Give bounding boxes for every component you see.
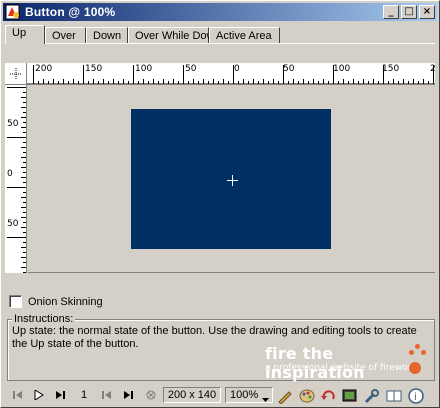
pen-icon[interactable] — [277, 388, 293, 407]
brand-watermark: fire the inspiration a professional webs… — [265, 344, 435, 382]
onion-skinning-option[interactable]: Onion Skinning — [9, 295, 103, 308]
help-icon[interactable]: i — [408, 388, 424, 407]
ruler-label: 50 — [185, 64, 197, 74]
ruler-label: 200 — [430, 64, 435, 74]
horizontal-ruler[interactable]: 200 150 100 50 0 50 100 150 200 — [5, 63, 435, 85]
stop-icon[interactable] — [146, 390, 156, 403]
minimize-icon: _ — [388, 6, 394, 17]
onion-skinning-checkbox[interactable] — [9, 295, 22, 308]
first-frame-icon[interactable] — [13, 390, 23, 403]
tab-up[interactable]: Up — [5, 25, 45, 44]
next-frame-icon[interactable] — [124, 390, 134, 403]
vertical-ruler[interactable]: 50 0 50 — [5, 85, 27, 273]
last-frame-icon[interactable] — [56, 390, 66, 403]
instructions-title: Instructions: — [12, 313, 76, 325]
ruler-label: 150 — [382, 64, 400, 74]
document-window: Button @ 100% _ □ × Up Over Down Over Wh… — [0, 0, 440, 408]
ruler-label: 150 — [85, 64, 103, 74]
prev-frame-icon[interactable] — [102, 390, 112, 403]
ruler-label: 200 — [35, 64, 53, 74]
svg-text:i: i — [414, 392, 417, 403]
export-icon[interactable] — [342, 388, 358, 407]
maximize-icon: □ — [404, 6, 414, 17]
zoom-select[interactable]: 100% — [225, 387, 273, 403]
close-button[interactable]: × — [419, 5, 435, 19]
ruler-corner — [5, 63, 27, 85]
brand-logo-icon — [409, 362, 421, 374]
chevron-down-icon — [262, 393, 269, 405]
maximize-button[interactable]: □ — [401, 5, 417, 19]
refresh-icon[interactable] — [321, 388, 337, 407]
ruler-label: 0 — [234, 64, 240, 74]
close-icon: × — [422, 6, 432, 17]
fireworks-icon — [5, 4, 21, 20]
palette-icon[interactable] — [299, 388, 315, 407]
title-bar[interactable]: Button @ 100% _ □ × — [3, 3, 437, 21]
canvas-size-display[interactable]: 200 x 140 — [163, 387, 221, 403]
crosshair-icon — [227, 175, 238, 186]
state-tabs: Up Over Down Over While Down Active Area — [5, 25, 280, 44]
window-title: Button @ 100% — [25, 5, 116, 19]
book-icon[interactable] — [386, 388, 402, 407]
tab-baseline — [5, 43, 435, 44]
brand-tagline: a professional website of fireworks — [265, 363, 422, 373]
brand-dots-icon — [409, 344, 429, 360]
tab-down[interactable]: Down — [86, 27, 128, 43]
tab-over[interactable]: Over — [45, 27, 86, 43]
ruler-label: 0 — [7, 169, 13, 179]
ruler-label: 50 — [7, 119, 19, 129]
zoom-value: 100% — [230, 389, 259, 401]
onion-skinning-label[interactable]: Onion Skinning — [28, 296, 103, 308]
tab-over-while-down[interactable]: Over While Down — [128, 27, 221, 43]
play-icon[interactable] — [34, 389, 44, 403]
ruler-label: 50 — [7, 219, 19, 229]
ruler-label: 100 — [135, 64, 153, 74]
wrench-icon[interactable] — [364, 388, 380, 407]
tab-active-area[interactable]: Active Area — [209, 27, 280, 43]
ruler-label: 100 — [333, 64, 351, 74]
minimize-button[interactable]: _ — [383, 5, 399, 19]
ruler-label: 50 — [283, 64, 295, 74]
frame-number: 1 — [80, 389, 88, 401]
